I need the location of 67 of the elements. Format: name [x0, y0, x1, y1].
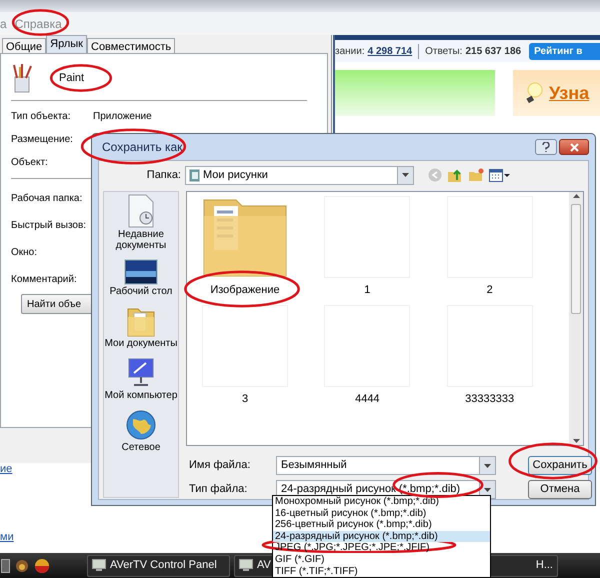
- up-folder-icon[interactable]: [447, 168, 463, 182]
- dropdown-option[interactable]: Монохромный рисунок (*.bmp;*.dib): [273, 496, 490, 508]
- field-label: Тип объекта:: [11, 110, 72, 123]
- field-label: Размещение:: [11, 133, 74, 146]
- close-icon: [570, 142, 578, 152]
- field-label: Имя файла:: [189, 458, 252, 474]
- field-value: Приложение: [93, 110, 152, 123]
- help-icon: [542, 142, 550, 152]
- stat-value: 215 637 186: [465, 44, 522, 58]
- tab[interactable]: Совместимость: [87, 38, 176, 53]
- light-bulb-icon: [525, 82, 543, 104]
- dropdown-option[interactable]: GIF (*.GIF): [273, 554, 490, 566]
- field-label: Комментарий:: [11, 274, 77, 285]
- paint-brushes-icon: [11, 63, 33, 93]
- field-label: Рабочая папка:: [11, 193, 82, 204]
- monitor-icon: [92, 559, 106, 572]
- file-name[interactable]: 33333333: [465, 390, 514, 407]
- file-name[interactable]: 4444: [355, 390, 380, 407]
- cancel-button[interactable]: Отмена: [528, 480, 592, 499]
- dropdown-option[interactable]: TIFF (*.TIF;*.TIFF): [273, 566, 490, 578]
- page-link[interactable]: ие: [0, 461, 12, 478]
- window-icon[interactable]: [1, 558, 10, 572]
- document-clock-icon: [126, 194, 156, 228]
- stat-label: Ответы:: [425, 44, 462, 58]
- scroll-up-icon[interactable]: [572, 194, 580, 198]
- rating-button[interactable]: Рейтинг в: [529, 42, 600, 60]
- field-label: Папка:: [146, 168, 182, 183]
- taskbar-button[interactable]: Н...: [488, 554, 558, 576]
- field-label: Окно:: [11, 247, 38, 258]
- stat-link[interactable]: 4 298 714: [368, 44, 412, 58]
- place-item[interactable]: Мои документы: [104, 338, 178, 349]
- place-item[interactable]: Сетевое: [104, 442, 178, 453]
- page-link[interactable]: ми: [0, 529, 14, 546]
- shortcut-name: Paint: [59, 70, 84, 86]
- place-item[interactable]: Мой компьютер: [104, 390, 178, 401]
- desktop-icon: [124, 259, 158, 285]
- place-item[interactable]: Рабочий стол: [104, 286, 178, 297]
- filename-field[interactable]: Безымянный: [276, 456, 496, 475]
- dropdown-option[interactable]: 16-цветный рисунок (*.bmp;*.dib): [273, 508, 490, 520]
- help-button[interactable]: [535, 139, 557, 155]
- scrollbar[interactable]: [569, 192, 583, 445]
- pictures-folder-icon: [189, 168, 200, 182]
- place-item[interactable]: Недавние документы: [104, 229, 178, 251]
- file-name[interactable]: 1: [364, 282, 370, 298]
- taskbar-button[interactable]: AVerTV Control Panel: [87, 554, 230, 576]
- file-name[interactable]: 2: [486, 282, 493, 298]
- computer-icon: [126, 357, 156, 389]
- field-label: Быстрый вызов:: [11, 220, 86, 231]
- globe-icon: [125, 409, 157, 441]
- folder-combo[interactable]: Мои рисунки: [185, 166, 414, 184]
- tab[interactable]: Общие: [2, 38, 46, 53]
- folder-name: Мои рисунки: [203, 168, 269, 183]
- save-button[interactable]: Сохранить: [528, 456, 592, 475]
- dialog-title: Сохранить как: [101, 139, 184, 156]
- file-name[interactable]: 3: [242, 390, 248, 407]
- close-button[interactable]: [559, 139, 589, 155]
- field-label: Объект:: [11, 156, 49, 169]
- new-folder-icon[interactable]: [468, 168, 484, 182]
- view-menu-icon[interactable]: [489, 168, 511, 182]
- monitor-icon: [239, 559, 253, 572]
- tab[interactable]: Ярлык: [46, 35, 87, 53]
- annotation-ellipse: [50, 64, 112, 92]
- dropdown-option[interactable]: 24-разрядный рисунок (*.bmp;*.dib): [273, 530, 490, 542]
- scroll-down-icon[interactable]: [572, 439, 580, 443]
- dropdown-option[interactable]: 256-цветный рисунок (*.bmp;*.dib): [273, 519, 490, 531]
- field-label: Тип файла:: [189, 482, 248, 498]
- stat-label: зании:: [335, 44, 365, 58]
